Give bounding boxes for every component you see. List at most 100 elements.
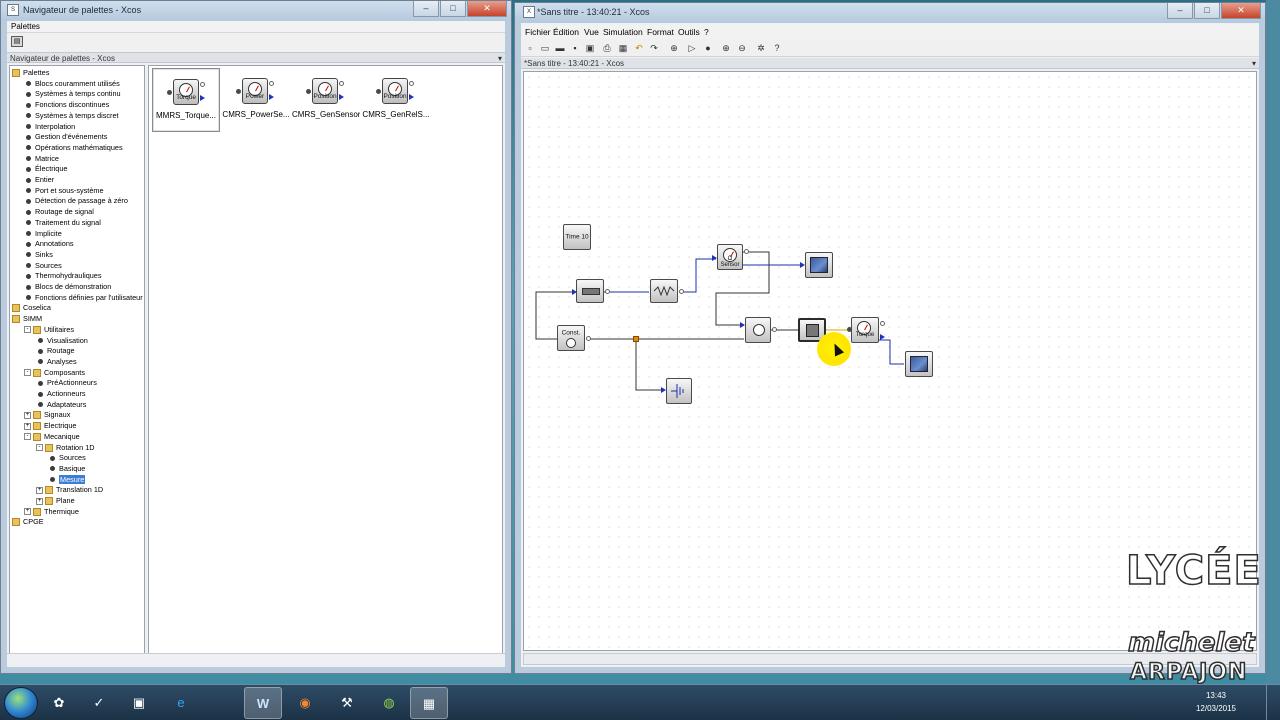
open-icon[interactable]: ▭: [539, 42, 551, 54]
tree-item[interactable]: - Rotation 1D: [36, 443, 95, 454]
tree-item[interactable]: Fonctions discontinues: [24, 100, 109, 111]
menu-fichier[interactable]: Fichier: [525, 27, 551, 37]
open-folder-icon[interactable]: ▬: [554, 42, 566, 54]
print-icon[interactable]: ⎙: [601, 42, 613, 54]
load-palette-icon[interactable]: ▤: [11, 36, 23, 47]
tree-item[interactable]: Port et sous-système: [24, 186, 104, 197]
tree-item[interactable]: Sources: [48, 453, 86, 464]
maximize-button[interactable]: □: [1194, 3, 1220, 19]
menu-palettes[interactable]: Palettes: [11, 22, 40, 31]
tree-item[interactable]: Sinks: [24, 250, 53, 261]
word-icon[interactable]: W: [244, 687, 282, 719]
tree-item[interactable]: Gestion d'événements: [24, 132, 107, 143]
tree-item[interactable]: + Signaux: [24, 410, 70, 421]
palette-block[interactable]: Torque MMRS_Torque...: [152, 68, 220, 132]
tree-item[interactable]: Basique: [48, 464, 85, 475]
palette-tree[interactable]: Palettes Blocs couramment utilisés Système…: [9, 65, 145, 658]
globe-icon[interactable]: ◍: [370, 687, 408, 719]
ground-block[interactable]: [666, 378, 692, 404]
tree-item[interactable]: Matrice: [24, 154, 59, 165]
menu-outils[interactable]: Outils: [678, 27, 700, 37]
tree-item[interactable]: Entier: [24, 175, 54, 186]
palette-block[interactable]: Power CMRS_PowerSe...: [222, 68, 290, 132]
rel-sensor-block[interactable]: [745, 317, 771, 343]
tree-item[interactable]: - Composants: [24, 368, 85, 379]
tree-item[interactable]: - Utilitaires: [24, 325, 74, 336]
tree-item[interactable]: Routage de signal: [24, 207, 94, 218]
save-as-icon[interactable]: ▣: [584, 42, 596, 54]
folder-icon[interactable]: ▣: [120, 687, 158, 719]
help-icon[interactable]: ?: [771, 42, 783, 54]
tree-item[interactable]: + Electrique: [24, 421, 76, 432]
tree-item[interactable]: Interpolation: [24, 122, 75, 133]
tree-item[interactable]: SIMM: [12, 314, 42, 325]
tree-item[interactable]: PréActionneurs: [36, 378, 97, 389]
tree-item[interactable]: Coselica: [12, 303, 51, 314]
system-clock[interactable]: 13:43 12/03/2015: [1196, 689, 1236, 715]
collapse-icon[interactable]: -: [36, 444, 43, 452]
menu-edition[interactable]: Édition: [553, 27, 579, 37]
tree-item[interactable]: Sources: [24, 261, 62, 272]
delete-icon[interactable]: ▦: [617, 42, 629, 54]
speed-sensor-block[interactable]: Ω Sensor: [717, 244, 743, 270]
firefox-icon[interactable]: ◉: [286, 687, 324, 719]
xcos-taskbar-icon[interactable]: ▦: [410, 687, 448, 719]
collapse-icon[interactable]: -: [24, 369, 31, 377]
tree-item[interactable]: Mesure: [48, 474, 86, 486]
collapse-icon[interactable]: -: [24, 326, 31, 334]
tree-item[interactable]: Électrique: [24, 164, 67, 175]
expand-icon[interactable]: +: [24, 422, 31, 430]
new-icon[interactable]: ▫: [524, 42, 536, 54]
tree-item[interactable]: + Thermique: [24, 507, 79, 518]
tree-item[interactable]: Routage: [36, 346, 75, 357]
tree-item[interactable]: Blocs de démonstration: [24, 282, 111, 293]
fit-icon[interactable]: ⊕: [668, 42, 680, 54]
tree-item[interactable]: Actionneurs: [36, 389, 86, 400]
time-block[interactable]: Time 10: [563, 224, 591, 250]
tree-item[interactable]: Détection de passage à zéro: [24, 196, 128, 207]
tree-item[interactable]: + Plane: [36, 496, 75, 507]
tree-item[interactable]: Blocs couramment utilisés: [24, 79, 120, 90]
dock-menu-icon[interactable]: ▾: [1252, 59, 1256, 68]
palette-titlebar[interactable]: S Navigateur de palettes - Xcos – □ ✕: [1, 1, 511, 21]
menu-help[interactable]: ?: [704, 27, 709, 37]
expand-icon[interactable]: +: [24, 411, 31, 419]
tools-icon[interactable]: ⚒: [328, 687, 366, 719]
torque-sensor-block[interactable]: Torque: [851, 317, 879, 343]
collapse-icon[interactable]: -: [24, 433, 31, 441]
menu-simulation[interactable]: Simulation: [603, 27, 643, 37]
palette-block[interactable]: Position CMRS_GenSensor: [292, 68, 360, 132]
redo-icon[interactable]: ↷: [648, 42, 660, 54]
start-icon[interactable]: ▷: [686, 42, 698, 54]
expand-icon[interactable]: +: [24, 508, 31, 516]
undo-icon[interactable]: ↶: [633, 42, 645, 54]
tree-item[interactable]: Palettes: [12, 68, 49, 79]
stop-icon[interactable]: ●: [702, 42, 714, 54]
onenote-icon[interactable]: ✓: [80, 687, 118, 719]
tree-item[interactable]: Visualisation: [36, 336, 88, 347]
tree-item[interactable]: + Translation 1D: [36, 485, 103, 496]
tree-item[interactable]: Opérations mathématiques: [24, 143, 123, 154]
close-button[interactable]: ✕: [1221, 3, 1261, 19]
tree-item[interactable]: Thermohydrauliques: [24, 271, 102, 282]
tree-item[interactable]: Systèmes à temps discret: [24, 111, 119, 122]
minimize-button[interactable]: –: [413, 1, 439, 17]
spring-block[interactable]: [650, 279, 678, 303]
tree-item[interactable]: Analyses: [36, 357, 77, 368]
zoom-out-icon[interactable]: ⊖: [736, 42, 748, 54]
palette-block[interactable]: Position CMRS_GenRelS...: [362, 68, 430, 132]
tree-item[interactable]: CPGE: [12, 517, 44, 528]
minimize-button[interactable]: –: [1167, 3, 1193, 19]
tree-item[interactable]: Adaptateurs: [36, 400, 86, 411]
rotational-inertia-block[interactable]: [576, 279, 604, 303]
dock-menu-icon[interactable]: ▾: [498, 54, 502, 63]
constant-source-block[interactable]: Const.: [557, 325, 585, 351]
save-icon[interactable]: ▪: [569, 42, 581, 54]
scope-block[interactable]: [805, 252, 833, 278]
scilab-icon[interactable]: ✿: [40, 687, 78, 719]
ie-icon[interactable]: e: [162, 687, 200, 719]
scope-block[interactable]: [905, 351, 933, 377]
tree-item[interactable]: Implicite: [24, 229, 62, 240]
xcos-icon[interactable]: ✲: [755, 42, 767, 54]
show-desktop-button[interactable]: [1266, 685, 1280, 720]
